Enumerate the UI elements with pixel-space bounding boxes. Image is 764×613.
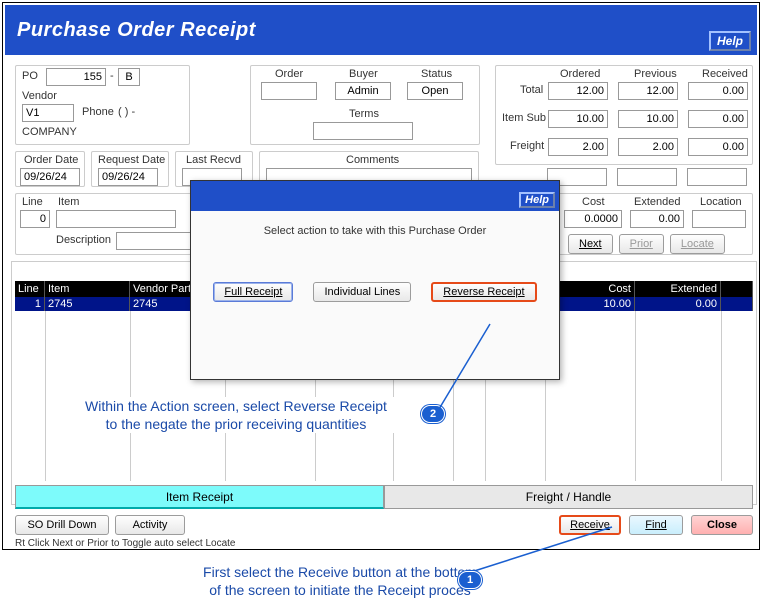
order-box: Order Buyer Admin Status Open Terms [250, 65, 480, 145]
request-date-label: Request Date [98, 154, 165, 166]
td-extended: 0.00 [635, 297, 721, 311]
reverse-receipt-button[interactable]: Reverse Receipt [431, 282, 536, 302]
th-item: Item [45, 281, 130, 297]
terms-label: Terms [349, 108, 379, 120]
buyer-label: Buyer [349, 68, 378, 80]
callout-1-badge: 1 [458, 571, 482, 589]
total-label: Total [520, 84, 543, 96]
po-number-input[interactable]: 155 [46, 68, 106, 86]
itemsub-received: 0.00 [688, 110, 748, 128]
receive-button[interactable]: Receive [559, 515, 621, 535]
action-modal: Help Select action to take with this Pur… [190, 180, 560, 380]
bottom-bar: SO Drill Down Activity Rt Click Next or … [15, 515, 753, 549]
phone-value: ( ) - [118, 106, 135, 118]
cost-header: Cost [582, 196, 605, 208]
title-bar: Purchase Order Receipt Help [5, 5, 757, 55]
description-label: Description [56, 234, 111, 246]
tab-freight-handle[interactable]: Freight / Handle [384, 485, 753, 509]
item-label: Item [58, 196, 79, 208]
buyer-input[interactable]: Admin [335, 82, 391, 100]
location-header: Location [700, 196, 742, 208]
td-last [721, 297, 753, 311]
close-button[interactable]: Close [691, 515, 753, 535]
modal-help-button[interactable]: Help [519, 192, 555, 208]
totals-box: Ordered Previous Received Total 12.00 12… [495, 65, 753, 165]
freight-received: 0.00 [688, 138, 748, 156]
status-input[interactable]: Open [407, 82, 463, 100]
modal-text: Select action to take with this Purchase… [191, 225, 559, 237]
po-dash: - [110, 70, 114, 82]
itemsub-label: Item Sub [502, 112, 546, 124]
total-received: 0.00 [688, 82, 748, 100]
po-label: PO [22, 70, 38, 82]
td-line: 1 [15, 297, 45, 311]
window-title: Purchase Order Receipt [17, 19, 256, 42]
individual-lines-button[interactable]: Individual Lines [313, 282, 411, 302]
location-input[interactable] [692, 210, 746, 228]
activity-button[interactable]: Activity [115, 515, 185, 535]
po-vendor-box: PO 155 - B Vendor V1 Phone ( ) - COMPANY [15, 65, 190, 145]
hint-text: Rt Click Next or Prior to Toggle auto se… [15, 538, 753, 549]
cost-input[interactable]: 0.0000 [564, 210, 622, 228]
callout-2-text: Within the Action screen, select Reverse… [51, 397, 421, 433]
modal-buttons: Full Receipt Individual Lines Reverse Re… [191, 282, 559, 302]
previous-header: Previous [634, 68, 677, 80]
order-date-label: Order Date [24, 154, 78, 166]
tab-row: Item Receipt Freight / Handle [15, 485, 753, 509]
total-previous: 12.00 [618, 82, 678, 100]
ext-received-2 [687, 168, 747, 186]
line-label: Line [22, 196, 43, 208]
find-button[interactable]: Find [629, 515, 683, 535]
line-input[interactable]: 0 [20, 210, 50, 228]
order-label: Order [275, 68, 303, 80]
terms-input[interactable] [313, 122, 413, 140]
help-button[interactable]: Help [709, 31, 751, 51]
prior-button[interactable]: Prior [619, 234, 664, 254]
ordered-header: Ordered [560, 68, 600, 80]
item-input[interactable] [56, 210, 176, 228]
th-last [721, 281, 753, 297]
order-date-input[interactable]: 09/26/24 [20, 168, 80, 186]
status-label: Status [421, 68, 452, 80]
comments-label: Comments [346, 154, 399, 166]
itemsub-previous: 10.00 [618, 110, 678, 128]
itemsub-ordered: 10.00 [548, 110, 608, 128]
so-drill-down-button[interactable]: SO Drill Down [15, 515, 109, 535]
phone-label: Phone [82, 106, 114, 118]
th-line: Line [15, 281, 45, 297]
vendor-label: Vendor [22, 90, 57, 102]
po-suffix-input[interactable]: B [118, 68, 140, 86]
callout-1-text: First select the Receive button at the b… [200, 563, 480, 599]
request-date-box: Request Date 09/26/24 [91, 151, 169, 187]
vendor-code-input[interactable]: V1 [22, 104, 74, 122]
freight-label: Freight [510, 140, 544, 152]
callout-2-badge: 2 [421, 405, 445, 423]
request-date-input[interactable]: 09/26/24 [98, 168, 158, 186]
extended-input[interactable]: 0.00 [630, 210, 684, 228]
total-ordered: 12.00 [548, 82, 608, 100]
th-extended: Extended [635, 281, 721, 297]
extended-header: Extended [634, 196, 680, 208]
freight-previous: 2.00 [618, 138, 678, 156]
tab-item-receipt[interactable]: Item Receipt [15, 485, 384, 509]
td-item: 2745 [45, 297, 130, 311]
full-receipt-button[interactable]: Full Receipt [213, 282, 293, 302]
order-date-box: Order Date 09/26/24 [15, 151, 85, 187]
company-name: COMPANY [22, 126, 77, 138]
received-header: Received [702, 68, 748, 80]
ext-previous-2 [617, 168, 677, 186]
modal-title-bar: Help [191, 181, 559, 211]
locate-button[interactable]: Locate [670, 234, 725, 254]
last-recvd-label: Last Recvd [186, 154, 241, 166]
order-input[interactable] [261, 82, 317, 100]
next-button[interactable]: Next [568, 234, 613, 254]
freight-ordered: 2.00 [548, 138, 608, 156]
